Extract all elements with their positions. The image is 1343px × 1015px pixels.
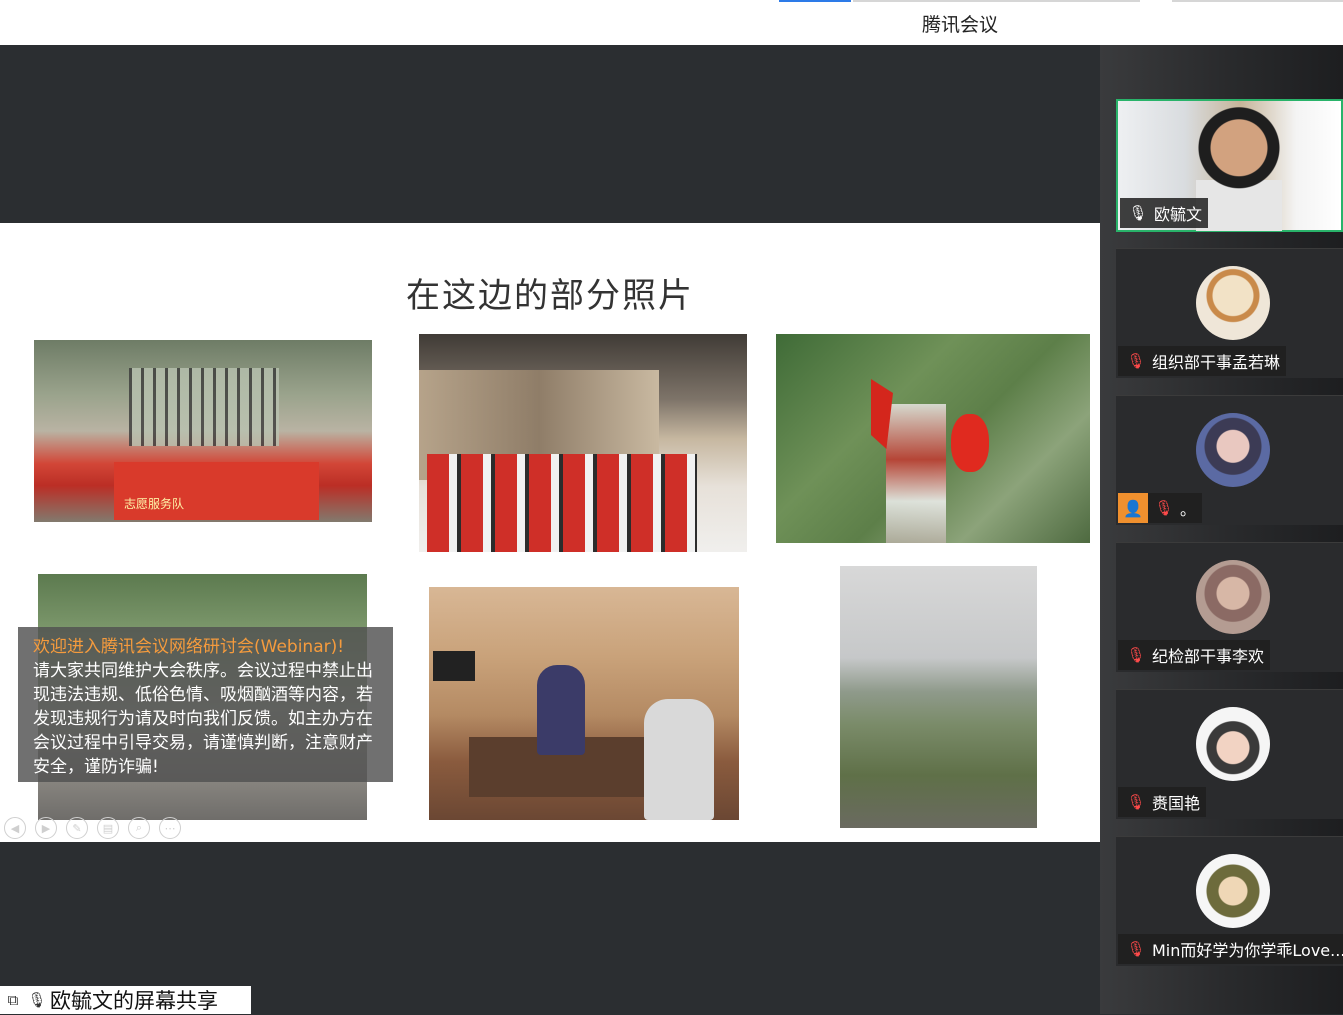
slideshow-controls: ◀ ▶ ✎ ▤ ⌕ ⋯ xyxy=(4,817,181,839)
microphone-muted-icon: 🎙 xyxy=(1126,646,1146,664)
person-shape xyxy=(537,665,585,755)
more-icon[interactable]: ⋯ xyxy=(159,817,181,839)
window-title: 腾讯会议 xyxy=(921,14,998,36)
red-banner: 志愿服务队 xyxy=(114,462,319,520)
participant-name: 。 xyxy=(1180,500,1197,519)
participant-namebar: 🎙 欧毓文 xyxy=(1120,198,1209,228)
participant-namebar: 🎙 Min而好学为你学乖Love... xyxy=(1118,934,1343,964)
participant-tile[interactable]: 🎙 欧毓文 xyxy=(1116,99,1343,232)
avatar xyxy=(1196,854,1270,928)
group-shape xyxy=(427,454,697,552)
participant-tile[interactable]: 👤 🎙 。 xyxy=(1116,395,1343,525)
screen-share-label: ⧉ 🎙 欧毓文的屏幕共享 xyxy=(0,986,251,1014)
microphone-muted-icon: 🎙 xyxy=(1126,940,1146,958)
microphone-muted-icon: 🎙 xyxy=(1126,793,1146,811)
slides-icon[interactable]: ▤ xyxy=(97,817,119,839)
photo-volunteers-gate: 志愿服务队 xyxy=(34,340,372,522)
tab-indicator xyxy=(1172,0,1343,2)
photo-museum-group xyxy=(419,334,747,552)
person-shape xyxy=(644,699,714,820)
participant-name: 欧毓文 xyxy=(1154,205,1203,224)
microphone-icon: 🎙 xyxy=(27,991,47,1009)
hikers-shape xyxy=(886,404,946,543)
photo-home-visit xyxy=(429,587,739,820)
banner-text: 志愿服务队 xyxy=(124,497,185,511)
participant-tile[interactable]: 🎙 Min而好学为你学乖Love... xyxy=(1116,836,1343,966)
notice-body: 请大家共同维护大会秩序。会议过程中禁止出现违法违规、低俗色情、吸烟酗酒等内容，若… xyxy=(33,661,373,777)
screen-share-icon: ⧉ xyxy=(7,991,19,1009)
zoom-icon[interactable]: ⌕ xyxy=(128,817,150,839)
gate-shape xyxy=(129,368,279,446)
participant-tile[interactable]: 🎙 赉国艳 xyxy=(1116,689,1343,819)
avatar xyxy=(1196,560,1270,634)
tab-indicator-active xyxy=(779,0,851,2)
title-bar: 腾讯会议 xyxy=(0,0,1343,45)
participant-tile[interactable]: 🎙 组织部干事孟若琳 xyxy=(1116,248,1343,378)
participant-namebar: 🎙 组织部干事孟若琳 xyxy=(1118,346,1287,376)
participant-name: Min而好学为你学乖Love... xyxy=(1152,941,1343,960)
avatar xyxy=(1196,413,1270,487)
flag-shape xyxy=(951,414,989,472)
participant-tile[interactable]: 🎙 纪检部干事李欢 xyxy=(1116,542,1343,672)
photo-mountain-flags xyxy=(776,334,1090,543)
avatar xyxy=(1196,266,1270,340)
participant-name: 组织部干事孟若琳 xyxy=(1152,353,1281,372)
participant-namebar: 🎙 赉国艳 xyxy=(1118,787,1207,817)
user-icon: 👤 xyxy=(1118,493,1148,523)
previous-icon[interactable]: ◀ xyxy=(4,817,26,839)
microphone-icon: 🎙 xyxy=(1128,204,1148,222)
webinar-notice: 欢迎进入腾讯会议网络研讨会(Webinar)! 请大家共同维护大会秩序。会议过程… xyxy=(18,627,393,782)
participant-namebar: 🎙 纪检部干事李欢 xyxy=(1118,640,1271,670)
participant-name: 纪检部干事李欢 xyxy=(1152,647,1265,666)
avatar xyxy=(1196,707,1270,781)
microphone-muted-icon: 🎙 xyxy=(1126,352,1146,370)
participant-name: 赉国艳 xyxy=(1152,794,1201,813)
tv-shape xyxy=(433,651,475,681)
participant-face xyxy=(1196,103,1282,231)
next-icon[interactable]: ▶ xyxy=(35,817,57,839)
participant-namebar: 👤 🎙 。 xyxy=(1118,493,1203,523)
notice-headline: 欢迎进入腾讯会议网络研讨会(Webinar)! xyxy=(33,637,345,657)
slide-title: 在这边的部分照片 xyxy=(406,276,694,316)
photo-valley-village xyxy=(840,566,1037,828)
microphone-muted-icon: 🎙 xyxy=(1154,499,1174,517)
tab-indicator xyxy=(853,0,1140,2)
pen-icon[interactable]: ✎ xyxy=(66,817,88,839)
share-label-text: 欧毓文的屏幕共享 xyxy=(50,989,218,1013)
